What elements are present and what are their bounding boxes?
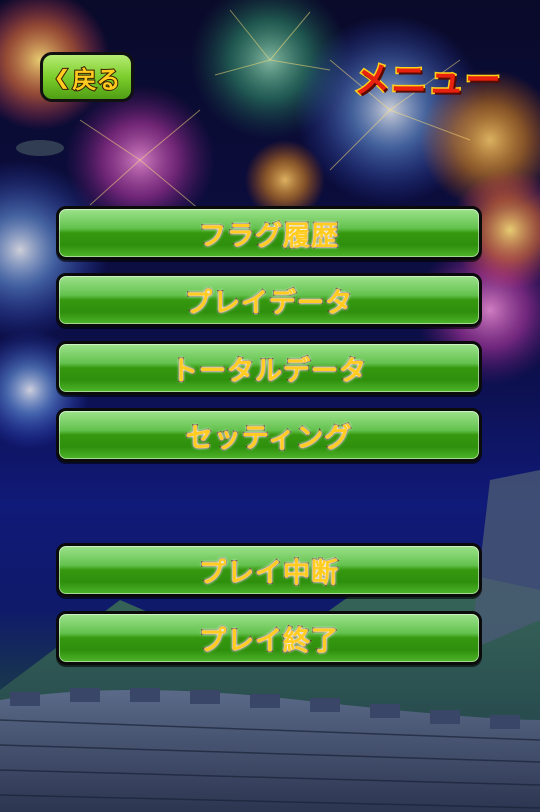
- back-label: 戻る: [71, 65, 121, 95]
- play-pause-label: プレイ中断: [198, 557, 339, 590]
- total-data-label: トータルデータ: [170, 355, 367, 388]
- chevron-left-icon: ❮: [53, 64, 72, 90]
- flag-history-label: フラグ履歴: [198, 220, 339, 253]
- total-data-button[interactable]: トータルデータ: [56, 341, 482, 395]
- fireworks-background: [0, 0, 540, 812]
- play-pause-button[interactable]: プレイ中断: [56, 543, 482, 597]
- setting-button[interactable]: セッティング: [56, 408, 482, 462]
- flag-history-button[interactable]: フラグ履歴: [56, 206, 482, 260]
- page-title: メニュー: [352, 59, 502, 103]
- play-data-button[interactable]: プレイデータ: [56, 273, 482, 327]
- setting-label: セッティング: [185, 422, 353, 455]
- back-button[interactable]: ❮ 戻る: [40, 52, 134, 102]
- play-end-label: プレイ終了: [198, 625, 339, 658]
- play-data-label: プレイデータ: [184, 287, 353, 320]
- play-end-button[interactable]: プレイ終了: [56, 611, 482, 665]
